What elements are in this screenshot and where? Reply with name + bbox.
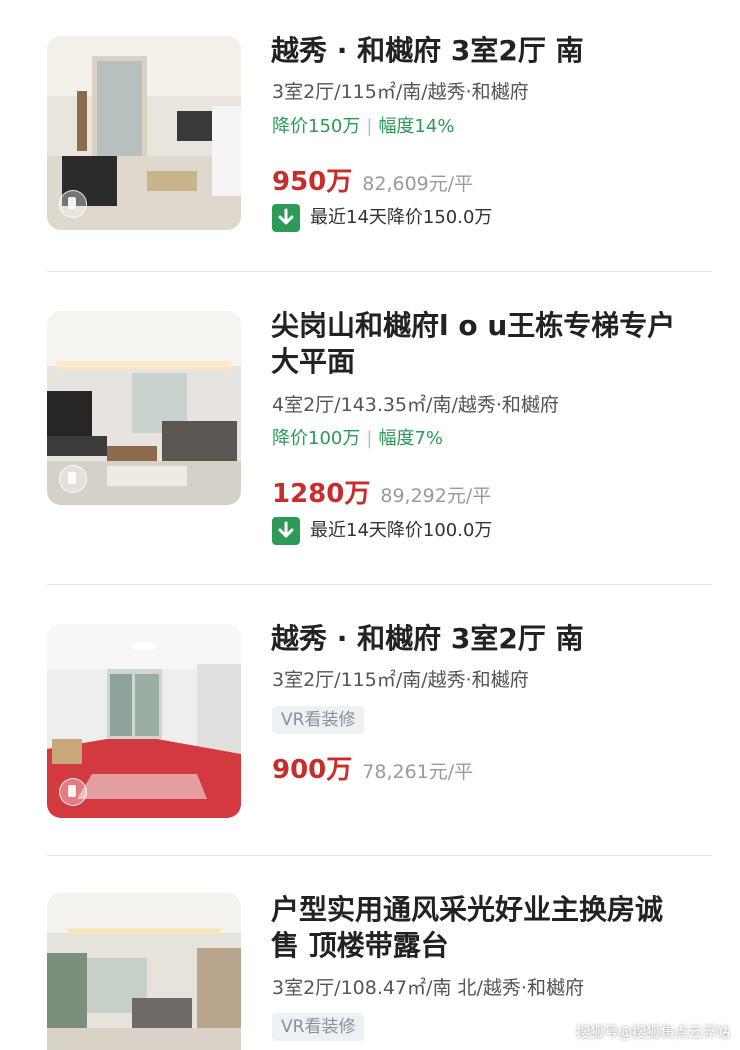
- price-line: 1280万 89,292元/平: [272, 478, 491, 513]
- listing-title-line: 尖岗山和樾府l o u王栋专梯专户: [271, 309, 676, 342]
- unit-price: 89,292元/平: [380, 485, 492, 507]
- listing-title[interactable]: 尖岗山和樾府l o u王栋专梯专户 大平面: [271, 308, 716, 380]
- price-drop-info: 降价150万 | 幅度14%: [272, 114, 454, 140]
- unit-price: 78,261元/平: [362, 761, 474, 783]
- vr-tag[interactable]: VR看装修: [272, 1013, 365, 1041]
- total-price: 1280万: [272, 479, 371, 509]
- drop-rate: 幅度7%: [378, 428, 443, 449]
- listing-title[interactable]: 越秀 · 和樾府 3室2厅 南: [271, 33, 716, 69]
- price-drop-info: 降价100万 | 幅度7%: [272, 426, 443, 452]
- watermark: 搜狐号@搜狐焦点云浮站: [576, 1025, 730, 1041]
- recent-drop: 最近14天降价100.0万: [272, 516, 492, 546]
- divider: [47, 584, 712, 585]
- divider: [47, 855, 712, 856]
- listing-photo[interactable]: [47, 624, 241, 818]
- drop-rate: 幅度14%: [378, 116, 455, 137]
- listing-title[interactable]: 越秀 · 和樾府 3室2厅 南: [271, 621, 716, 657]
- separator: |: [366, 116, 373, 137]
- listing-spec: 4室2厅/143.35㎡/南/越秀·和樾府: [272, 394, 559, 416]
- vr-tag[interactable]: VR看装修: [272, 706, 365, 734]
- drop-amount: 降价100万: [272, 428, 361, 449]
- total-price: 900万: [272, 755, 353, 785]
- price-line: 950万 82,609元/平: [272, 166, 473, 201]
- listing-spec: 3室2厅/108.47㎡/南 北/越秀·和樾府: [272, 977, 584, 999]
- listing-title-line: 大平面: [271, 345, 356, 378]
- unit-price: 82,609元/平: [362, 173, 474, 195]
- total-price: 950万: [272, 167, 353, 197]
- listing-photo[interactable]: [47, 311, 241, 505]
- listing-title-line: 户型实用通风采光好业主换房诚: [271, 893, 664, 926]
- arrow-down-icon: [272, 204, 300, 232]
- listing-spec: 3室2厅/115㎡/南/越秀·和樾府: [272, 81, 529, 103]
- listing-photo[interactable]: [47, 36, 241, 230]
- vr-icon: [59, 778, 87, 806]
- listing-title-line: 售 顶楼带露台: [271, 929, 449, 962]
- recent-drop-text: 最近14天降价100.0万: [310, 520, 493, 541]
- listing-title[interactable]: 户型实用通风采光好业主换房诚 售 顶楼带露台: [271, 892, 716, 964]
- vr-icon: [59, 190, 87, 218]
- recent-drop-text: 最近14天降价150.0万: [310, 207, 493, 228]
- separator: |: [366, 428, 373, 449]
- recent-drop: 最近14天降价150.0万: [272, 203, 492, 233]
- price-line: 900万 78,261元/平: [272, 754, 473, 789]
- drop-amount: 降价150万: [272, 116, 361, 137]
- listing-spec: 3室2厅/115㎡/南/越秀·和樾府: [272, 669, 529, 691]
- arrow-down-icon: [272, 517, 300, 545]
- vr-icon: [59, 465, 87, 493]
- divider: [47, 271, 712, 272]
- listing-photo[interactable]: [47, 893, 241, 1050]
